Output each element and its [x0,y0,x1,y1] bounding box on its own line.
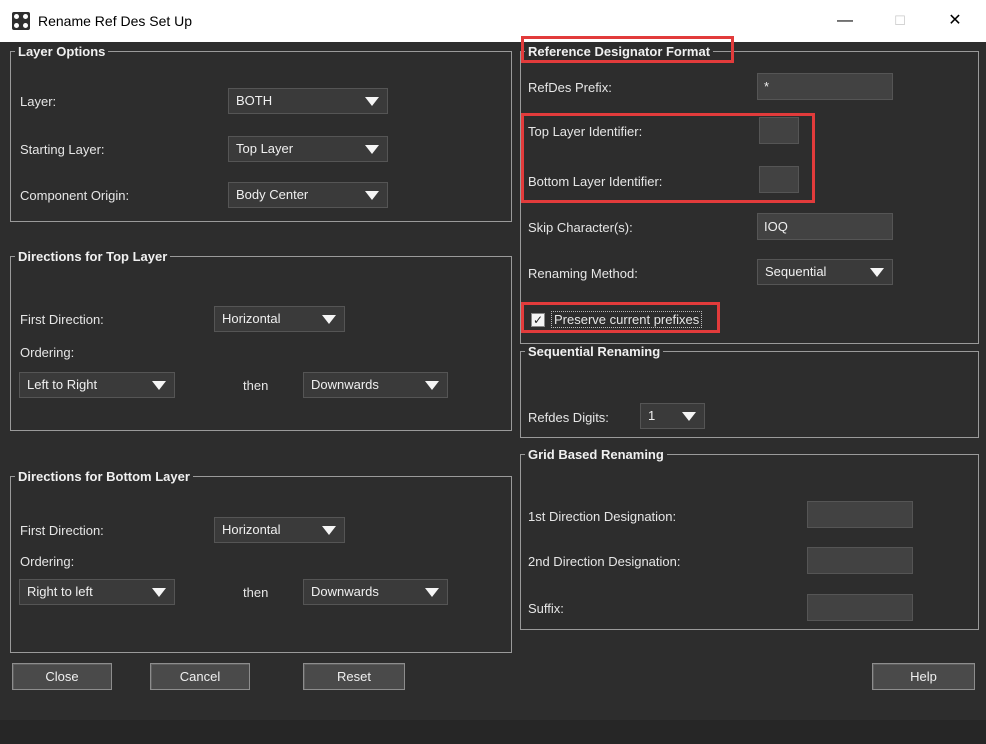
grid-renaming-legend: Grid Based Renaming [528,447,664,462]
skip-characters-input[interactable]: IOQ [757,213,893,240]
top-directions-group: Directions for Top Layer [10,249,512,431]
refdes-format-legend: Reference Designator Format [528,44,711,59]
top-ordering-label: Ordering: [20,345,75,360]
component-origin-dropdown[interactable]: Body Center [228,182,388,208]
renaming-method-label: Renaming Method: [528,266,638,281]
bottom-first-direction-value: Horizontal [222,522,281,537]
starting-layer-value: Top Layer [236,141,294,156]
starting-layer-label: Starting Layer: [20,142,105,157]
renaming-method-value: Sequential [765,264,827,279]
chevron-down-icon [152,381,166,390]
bottom-first-direction-dropdown[interactable]: Horizontal [214,517,345,543]
title-bar: Rename Ref Des Set Up — ☐ ✕ [0,0,986,42]
starting-layer-dropdown[interactable]: Top Layer [228,136,388,162]
chevron-down-icon [365,191,379,200]
minimize-button[interactable]: — [830,8,860,34]
top-first-direction-value: Horizontal [222,311,281,326]
top-ordering-value: Left to Right [27,377,98,392]
close-window-button[interactable]: ✕ [940,8,970,34]
layer-options-legend: Layer Options [18,44,106,59]
window-title: Rename Ref Des Set Up [38,13,193,29]
top-then-value: Downwards [311,377,379,392]
bottom-directions-group: Directions for Bottom Layer [10,469,512,653]
first-direction-designation-label: 1st Direction Designation: [528,509,677,524]
refdes-digits-value: 1 [648,408,656,423]
top-first-direction-label: First Direction: [20,312,104,327]
skip-characters-label: Skip Character(s): [528,220,633,235]
bottom-directions-legend: Directions for Bottom Layer [18,469,190,484]
renaming-method-dropdown[interactable]: Sequential [757,259,893,285]
layer-value: BOTH [236,93,273,108]
layer-dropdown[interactable]: BOTH [228,88,388,114]
preserve-prefixes-label[interactable]: Preserve current prefixes [550,311,703,328]
dialog-body: Layer Options Layer: BOTH Starting Layer… [0,36,986,744]
top-layer-identifier-input[interactable] [759,117,799,144]
second-direction-designation-label: 2nd Direction Designation: [528,554,681,569]
bottom-then-dropdown[interactable]: Downwards [303,579,448,605]
top-ordering-dropdown[interactable]: Left to Right [19,372,175,398]
component-origin-value: Body Center [236,187,309,202]
top-then-label: then [243,378,269,393]
preserve-prefixes-checkbox[interactable]: ✓ [531,313,545,327]
sequential-renaming-legend: Sequential Renaming [528,344,661,359]
chevron-down-icon [152,588,166,597]
maximize-button[interactable]: ☐ [885,8,915,34]
refdes-prefix-input[interactable]: * [757,73,893,100]
top-first-direction-dropdown[interactable]: Horizontal [214,306,345,332]
chevron-down-icon [425,381,439,390]
top-directions-legend: Directions for Top Layer [18,249,168,264]
chevron-down-icon [322,526,336,535]
chevron-down-icon [322,315,336,324]
chevron-down-icon [365,97,379,106]
reset-button[interactable]: Reset [303,663,405,690]
bottom-then-label: then [243,585,269,600]
bottom-ordering-label: Ordering: [20,554,75,569]
chevron-down-icon [365,145,379,154]
footer-strip [0,720,986,744]
close-button[interactable]: Close [12,663,112,690]
second-direction-designation-input[interactable] [807,547,913,574]
chevron-down-icon [425,588,439,597]
help-button[interactable]: Help [872,663,975,690]
chevron-down-icon [682,412,696,421]
chevron-down-icon [870,268,884,277]
component-origin-label: Component Origin: [20,188,130,203]
refdes-digits-label: Refdes Digits: [528,410,609,425]
layer-label: Layer: [20,94,57,109]
bottom-then-value: Downwards [311,584,379,599]
top-layer-identifier-label: Top Layer Identifier: [528,124,643,139]
first-direction-designation-input[interactable] [807,501,913,528]
top-then-dropdown[interactable]: Downwards [303,372,448,398]
refdes-digits-dropdown[interactable]: 1 [640,403,705,429]
suffix-input[interactable] [807,594,913,621]
bottom-ordering-dropdown[interactable]: Right to left [19,579,175,605]
app-icon [12,12,30,30]
bottom-layer-identifier-label: Bottom Layer Identifier: [528,174,663,189]
bottom-first-direction-label: First Direction: [20,523,104,538]
bottom-ordering-value: Right to left [27,584,93,599]
cancel-button[interactable]: Cancel [150,663,250,690]
suffix-label: Suffix: [528,601,564,616]
bottom-layer-identifier-input[interactable] [759,166,799,193]
refdes-prefix-label: RefDes Prefix: [528,80,612,95]
